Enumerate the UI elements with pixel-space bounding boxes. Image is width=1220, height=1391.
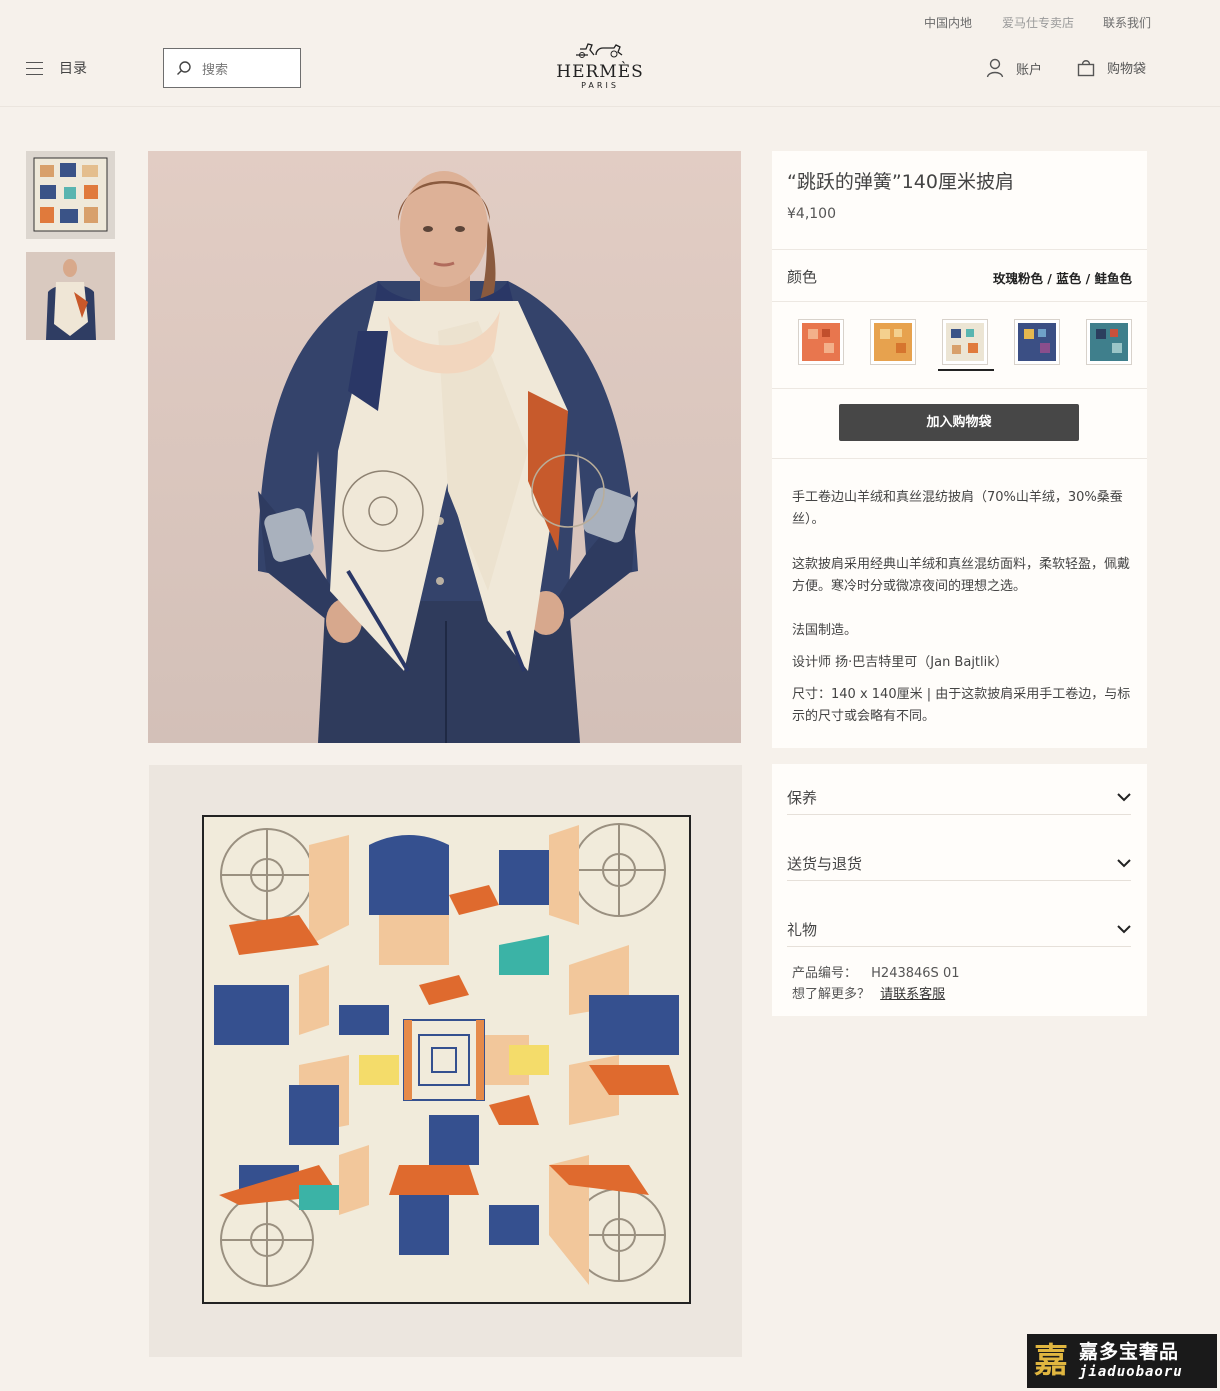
color-label: 颜色 [787,268,818,286]
swatch-image [1090,323,1128,361]
search-icon [177,61,191,75]
add-to-bag-button[interactable]: 加入购物袋 [839,404,1079,441]
chevron-down-icon [1117,924,1131,933]
account-button[interactable]: 账户 [986,58,1042,78]
thumbnail-model[interactable] [26,252,115,340]
contact-link[interactable]: 联系我们 [1103,14,1151,31]
search-input[interactable]: 搜索 [163,48,301,88]
hermes-logo[interactable]: HERMÈS PARIS [540,40,660,90]
description-designer: 设计师 扬·巴吉特里可（Jan Bajtlik） [792,655,1008,670]
swatch-image [946,323,984,361]
accordion-label: 送货与退货 [787,854,863,873]
more-info-label: 想了解更多？ [792,987,871,1002]
details-panel: 保养 送货与退货 礼物 产品编号： H243846S 01 想了解更多？ 请联系… [772,764,1147,1016]
shopping-bag-icon [1077,59,1095,76]
scarf-thumbnail-image [26,151,115,239]
description-size: 尺寸：140 x 140厘米 | 由于这款披肩采用手工卷边，与标示的尺寸或会略有… [792,687,1131,724]
more-info: 想了解更多？ 请联系客服 [792,983,945,1002]
divider [772,301,1147,302]
region-link[interactable]: 中国内地 [924,14,972,31]
product-image-model [148,151,741,743]
divider [772,388,1147,389]
swatch-cream[interactable] [942,319,988,365]
description-origin: 法国制造。 [792,623,858,638]
product-image-scarf [149,765,742,1357]
logo-city: PARIS [581,81,619,90]
accordion-shipping[interactable]: 送货与退货 [787,846,1131,881]
chevron-down-icon [1117,858,1131,867]
carriage-icon [576,43,623,58]
watermark-chinese: 嘉多宝奢品 [1079,1341,1180,1363]
swatch-navy[interactable] [1014,319,1060,365]
divider [772,249,1147,250]
swatch-teal[interactable] [1086,319,1132,365]
swatch-image [874,323,912,361]
account-label: 账户 [1016,62,1043,78]
accordion-gift[interactable]: 礼物 [787,912,1131,947]
watermark-english: jiaduobaoru [1079,1364,1183,1380]
logo-wordmark: HERMÈS [556,62,644,82]
accordion-care[interactable]: 保养 [787,780,1131,815]
menu-label: 目录 [59,61,87,77]
chevron-down-icon [1117,792,1131,801]
color-value: 玫瑰粉色 / 蓝色 / 鲑鱼色 [992,271,1132,286]
description-text: 这款披肩采用经典山羊绒和真丝混纺面料，柔软轻盈，佩戴方便。寒冷时分或微凉夜间的理… [792,557,1131,594]
accordion-label: 礼物 [787,920,818,939]
stores-link[interactable]: 爱马仕专卖店 [1002,14,1074,31]
swatch-selected-indicator [938,369,994,371]
product-code-label: 产品编号： [792,966,858,981]
site-header: 中国内地 爱马仕专卖店 联系我们 目录 搜索 HERMÈS PARIS 账户 购… [0,0,1220,107]
thumbnail-scarf[interactable] [26,151,115,239]
product-price: ¥4,100 [787,206,836,222]
swatch-coral[interactable] [798,319,844,365]
menu-button[interactable]: 目录 [26,58,87,78]
swatch-image [802,323,840,361]
menu-icon [26,61,43,75]
description-composition: 手工卷边山羊绒和真丝混纺披肩（70%山羊绒，30%桑蚕丝）。 [792,490,1123,527]
model-thumbnail-image [26,252,115,340]
watermark-logo: 嘉 嘉多宝奢品 jiaduobaoru [1027,1334,1217,1388]
divider [772,458,1147,459]
swatch-orange[interactable] [870,319,916,365]
user-icon [986,58,1004,78]
product-title: “跳跃的弹簧”140厘米披肩 [787,171,1014,193]
watermark-seal: 嘉 [1029,1336,1073,1386]
product-code-value: H243846S 01 [871,966,960,981]
swatch-image [1018,323,1056,361]
bag-button[interactable]: 购物袋 [1077,58,1146,77]
contact-service-link[interactable]: 请联系客服 [880,987,945,1002]
product-code: 产品编号： H243846S 01 [792,962,959,981]
search-placeholder: 搜索 [202,62,229,78]
accordion-label: 保养 [787,788,818,807]
bag-label: 购物袋 [1107,62,1147,77]
product-panel: “跳跃的弹簧”140厘米披肩 ¥4,100 颜色 玫瑰粉色 / 蓝色 / 鲑鱼色… [772,151,1147,748]
